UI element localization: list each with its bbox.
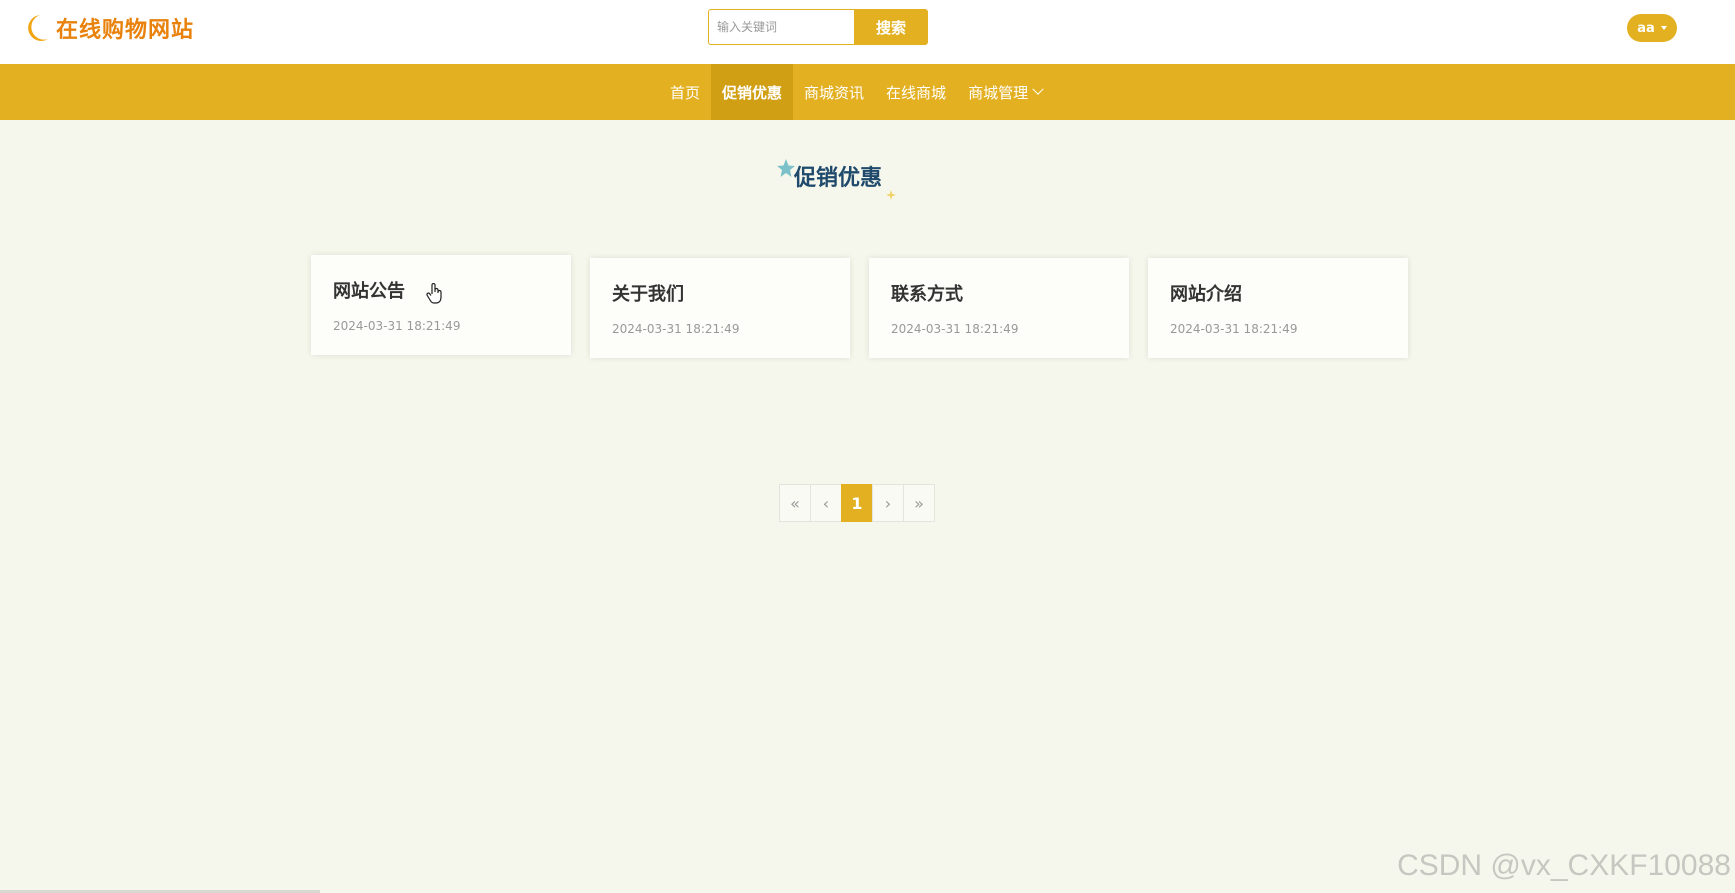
nav-items: 首页 促销优惠 商城资讯 在线商城 商城管理 (659, 64, 1053, 120)
nav-item-shop-management[interactable]: 商城管理 (957, 64, 1053, 120)
moon-icon (22, 13, 50, 43)
search-input[interactable] (708, 9, 854, 45)
search-button[interactable]: 搜索 (854, 9, 928, 45)
nav-item-online-shop[interactable]: 在线商城 (875, 64, 957, 120)
nav-item-shop-management-label: 商城管理 (968, 83, 1029, 102)
page-first-button[interactable]: « (779, 484, 811, 522)
nav-item-promotions[interactable]: 促销优惠 (711, 64, 794, 120)
hand-cursor-icon (426, 283, 442, 304)
chevron-down-icon (1032, 83, 1044, 95)
card-date: 2024-03-31 18:21:49 (891, 322, 1019, 336)
card-date: 2024-03-31 18:21:49 (612, 322, 740, 336)
caret-down-icon (1660, 26, 1667, 30)
user-menu-button[interactable]: aa (1627, 14, 1677, 42)
main-nav: 首页 促销优惠 商城资讯 在线商城 商城管理 (0, 64, 1735, 120)
page-next-button[interactable]: › (872, 484, 904, 522)
card-title: 关于我们 (612, 284, 684, 305)
card-title: 网站介绍 (1170, 284, 1242, 305)
article-card[interactable]: 网站介绍 2024-03-31 18:21:49 (1148, 258, 1408, 358)
search-bar: 搜索 (708, 9, 928, 45)
nav-item-news[interactable]: 商城资讯 (793, 64, 875, 120)
page-prev-button[interactable]: ‹ (810, 484, 842, 522)
article-card[interactable]: 网站公告 2024-03-31 18:21:49 (311, 255, 571, 355)
page-number-button[interactable]: 1 (841, 484, 873, 522)
top-header: 在线购物网站 搜索 aa (0, 0, 1735, 64)
star-icon (777, 159, 795, 177)
small-star-icon (886, 190, 897, 200)
user-name: aa (1637, 20, 1655, 36)
article-card[interactable]: 联系方式 2024-03-31 18:21:49 (869, 258, 1129, 358)
section-heading: 促销优惠 (777, 159, 897, 200)
nav-item-home[interactable]: 首页 (659, 64, 711, 120)
site-logo[interactable]: 在线购物网站 (22, 12, 194, 44)
section-title: 促销优惠 (794, 166, 883, 191)
card-date: 2024-03-31 18:21:49 (1170, 322, 1298, 336)
pagination: « ‹ 1 › » (779, 484, 935, 522)
card-title: 联系方式 (891, 284, 963, 305)
article-card[interactable]: 关于我们 2024-03-31 18:21:49 (590, 258, 850, 358)
watermark: CSDN @vx_CXKF10088 (1397, 849, 1731, 882)
card-date: 2024-03-31 18:21:49 (333, 319, 461, 333)
page-last-button[interactable]: » (903, 484, 935, 522)
site-title: 在线购物网站 (56, 18, 195, 43)
